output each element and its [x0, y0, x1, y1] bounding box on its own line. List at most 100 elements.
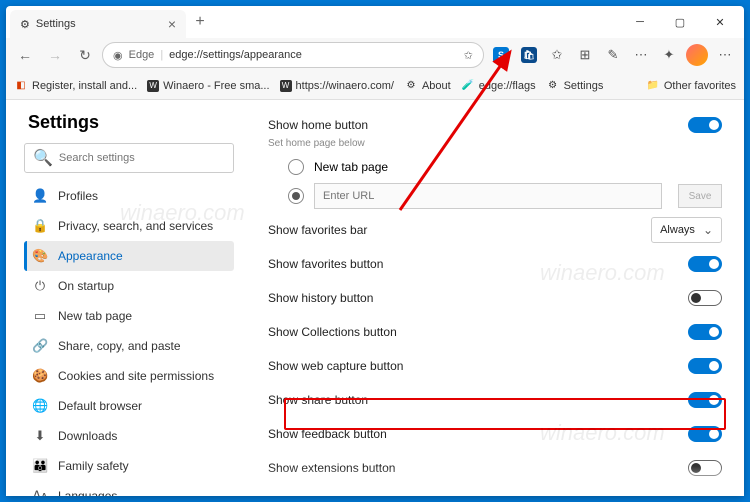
- home-url-input[interactable]: [314, 183, 662, 209]
- refresh-button[interactable]: ↻: [72, 42, 98, 68]
- favorite-star-icon[interactable]: ✩: [464, 49, 473, 62]
- sidebar-item[interactable]: 👪 Family safety: [24, 451, 234, 481]
- toggle-row: Show share button: [268, 383, 722, 417]
- profile-avatar[interactable]: [684, 42, 710, 68]
- sidebar-item[interactable]: ▭ New tab page: [24, 301, 234, 331]
- toolbar-shopping-icon[interactable]: 🛍: [516, 42, 542, 68]
- browser-tab[interactable]: ⚙ Settings ×: [10, 10, 186, 38]
- sidebar-icon: 🌐: [32, 398, 48, 414]
- url-text: edge://settings/appearance: [169, 49, 302, 61]
- setting-label: Show share button: [268, 393, 688, 407]
- bookmark-item[interactable]: ⚙Settings: [546, 79, 604, 93]
- bookmark-item[interactable]: 🧪edge://flags: [461, 79, 536, 93]
- sidebar-item[interactable]: 🔒 Privacy, search, and services: [24, 211, 234, 241]
- sidebar-label: Profiles: [58, 189, 98, 203]
- sidebar-icon: ▭: [32, 308, 48, 324]
- sidebar-label: New tab page: [58, 309, 132, 323]
- favorites-icon[interactable]: ✩: [544, 42, 570, 68]
- forward-button[interactable]: →: [42, 42, 68, 68]
- setting-label: Show favorites bar: [268, 223, 651, 237]
- search-settings[interactable]: 🔍: [24, 143, 234, 173]
- bookmark-item[interactable]: Whttps://winaero.com/: [280, 80, 394, 92]
- sidebar-label: Share, copy, and paste: [58, 339, 181, 353]
- sidebar-icon: 👪: [32, 458, 48, 474]
- toggle[interactable]: [688, 392, 722, 408]
- sidebar-item[interactable]: 🎨 Appearance: [24, 241, 234, 271]
- sidebar-item[interactable]: 🍪 Cookies and site permissions: [24, 361, 234, 391]
- toggle-row: Show feedback button: [268, 417, 722, 451]
- collections-icon[interactable]: ⊞: [572, 42, 598, 68]
- minimize-button[interactable]: ─: [620, 8, 660, 36]
- setting-label: Show feedback button: [268, 427, 688, 441]
- sidebar-icon: 🎨: [32, 248, 48, 264]
- setting-label: Show favorites button: [268, 257, 688, 271]
- sidebar-icon: 🗛: [32, 488, 48, 496]
- bookmark-item[interactable]: WWinaero - Free sma...: [147, 80, 269, 92]
- toggle-row: Show favorites button: [268, 247, 722, 281]
- history-icon[interactable]: ⋯: [628, 42, 654, 68]
- sidebar-item[interactable]: 🔗 Share, copy, and paste: [24, 331, 234, 361]
- sidebar-label: Downloads: [58, 429, 117, 443]
- toggle-row: Show extensions button: [268, 451, 722, 485]
- close-window-button[interactable]: ✕: [700, 8, 740, 36]
- extensions-icon[interactable]: ✦: [656, 42, 682, 68]
- bookmark-item[interactable]: ◧Register, install and...: [14, 79, 137, 93]
- search-input[interactable]: [59, 152, 225, 164]
- sidebar-label: Cookies and site permissions: [58, 369, 214, 383]
- setting-label: Show extensions button: [268, 461, 688, 475]
- setting-sublabel: Set home page below: [268, 138, 722, 149]
- toggle[interactable]: [688, 426, 722, 442]
- sidebar-icon: ⬇: [32, 428, 48, 444]
- save-button[interactable]: Save: [678, 184, 722, 208]
- sidebar-icon: 🔗: [32, 338, 48, 354]
- bookmark-item[interactable]: ⚙About: [404, 79, 451, 93]
- sidebar-icon: 👤: [32, 188, 48, 204]
- toggle-row: Show history button: [268, 281, 722, 315]
- sidebar-label: On startup: [58, 279, 114, 293]
- sidebar-label: Family safety: [58, 459, 129, 473]
- sidebar-label: Appearance: [58, 249, 123, 263]
- back-button[interactable]: ←: [12, 42, 38, 68]
- url-prefix: Edge: [129, 49, 155, 61]
- settings-main: Show home button Set home page below New…: [246, 100, 744, 496]
- menu-icon[interactable]: ⋯: [712, 42, 738, 68]
- toggle[interactable]: [688, 358, 722, 374]
- sidebar-item[interactable]: ⬇ Downloads: [24, 421, 234, 451]
- setting-label: Show home button: [268, 118, 688, 132]
- tab-title: Settings: [36, 18, 76, 30]
- toggle[interactable]: [688, 324, 722, 340]
- toggle[interactable]: [688, 460, 722, 476]
- home-button-toggle[interactable]: [688, 117, 722, 133]
- sidebar-item[interactable]: 🗛 Languages: [24, 481, 234, 496]
- sidebar-label: Default browser: [58, 399, 142, 413]
- sidebar-label: Languages: [58, 489, 117, 496]
- settings-sidebar: Settings 🔍 👤Profiles🔒Privacy, search, an…: [6, 100, 246, 496]
- bookmarks-bar: ◧Register, install and... WWinaero - Fre…: [6, 72, 744, 100]
- sidebar-icon: ⏻: [32, 278, 48, 294]
- toggle[interactable]: [688, 290, 722, 306]
- edge-icon: ◉: [113, 49, 123, 62]
- favorites-bar-dropdown[interactable]: Always: [651, 217, 722, 243]
- radio-url[interactable]: [288, 188, 304, 204]
- address-bar: ← → ↻ ◉ Edge | edge://settings/appearanc…: [6, 38, 744, 72]
- sidebar-item[interactable]: 🌐 Default browser: [24, 391, 234, 421]
- close-tab-icon[interactable]: ×: [168, 16, 176, 32]
- sidebar-icon: 🍪: [32, 368, 48, 384]
- other-favorites[interactable]: 📁Other favorites: [646, 79, 736, 93]
- webcapture-icon[interactable]: ✎: [600, 42, 626, 68]
- setting-label: Show history button: [268, 291, 688, 305]
- maximize-button[interactable]: ▢: [660, 8, 700, 36]
- sidebar-item[interactable]: ⏻ On startup: [24, 271, 234, 301]
- toolbar-skype-icon[interactable]: S: [488, 42, 514, 68]
- url-field[interactable]: ◉ Edge | edge://settings/appearance ✩: [102, 42, 484, 68]
- titlebar: ⚙ Settings × + ─ ▢ ✕: [6, 6, 744, 38]
- toggle[interactable]: [688, 256, 722, 272]
- toggle-row: Show Collections button: [268, 315, 722, 349]
- search-icon: 🔍: [33, 148, 53, 168]
- sidebar-label: Privacy, search, and services: [58, 219, 213, 233]
- setting-label: Show web capture button: [268, 359, 688, 373]
- new-tab-button[interactable]: +: [186, 13, 214, 31]
- radio-newtab[interactable]: [288, 159, 304, 175]
- sidebar-icon: 🔒: [32, 218, 48, 234]
- sidebar-item[interactable]: 👤 Profiles: [24, 181, 234, 211]
